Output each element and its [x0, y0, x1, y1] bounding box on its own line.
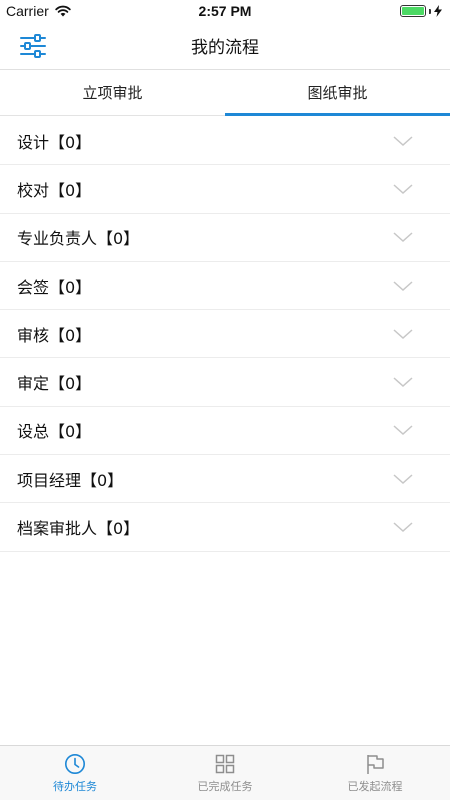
status-left: Carrier [6, 3, 71, 19]
flag-icon [367, 754, 384, 774]
tab-bar-label: 待办任务 [53, 779, 97, 793]
navigation-bar: 我的流程 [0, 22, 450, 70]
chevron-down-icon [393, 474, 413, 484]
list-item[interactable]: 校对【0】 [0, 165, 450, 214]
list-item[interactable]: 审核【0】 [0, 310, 450, 359]
tab-bar-label: 已完成任务 [197, 779, 253, 793]
list-item-label: 设计【0】 [17, 132, 92, 152]
tab-drawing-approval[interactable]: 图纸审批 [225, 70, 450, 116]
list-item-label: 会签【0】 [17, 277, 92, 297]
segment-tabs: 立项审批 图纸审批 [0, 70, 450, 116]
status-time: 2:57 PM [198, 3, 252, 19]
tab-bar-item-pending-tasks[interactable]: 待办任务 [0, 746, 150, 800]
list-item-label: 专业负责人【0】 [17, 229, 140, 249]
grid-icon [215, 754, 235, 773]
chevron-down-icon [393, 184, 413, 194]
list-item[interactable]: 设总【0】 [0, 407, 450, 456]
list-item[interactable]: 会签【0】 [0, 262, 450, 311]
list-item-label: 设总【0】 [17, 422, 92, 442]
list-item[interactable]: 档案审批人【0】 [0, 503, 450, 552]
list-item-label: 审核【0】 [17, 325, 92, 345]
list-item-label: 项目经理【0】 [17, 470, 124, 490]
bottom-tab-bar: 待办任务 已完成任务 已发起流程 [0, 745, 450, 800]
clock-icon [65, 753, 85, 774]
tab-bar-item-initiated-flows[interactable]: 已发起流程 [300, 746, 450, 800]
tab-project-approval[interactable]: 立项审批 [0, 70, 225, 115]
status-right [400, 5, 442, 17]
sliders-icon [20, 34, 46, 58]
chevron-down-icon [393, 522, 413, 533]
chevron-down-icon [393, 280, 413, 291]
battery-tip [429, 8, 431, 14]
charging-bolt-icon [434, 5, 442, 17]
chevron-down-icon [393, 329, 413, 339]
chevron-down-icon [393, 136, 413, 146]
list-item[interactable]: 审定【0】 [0, 358, 450, 407]
list-item[interactable]: 专业负责人【0】 [0, 214, 450, 262]
list-item[interactable]: 设计【0】 [0, 117, 450, 166]
tab-bar-label: 已发起流程 [347, 779, 403, 793]
list-item-label: 校对【0】 [17, 180, 92, 200]
wifi-icon [55, 5, 71, 17]
chevron-down-icon [393, 232, 413, 243]
page-title: 我的流程 [191, 38, 259, 58]
tab-bar-item-completed-tasks[interactable]: 已完成任务 [150, 746, 300, 800]
battery-icon [400, 5, 426, 17]
carrier-label: Carrier [6, 3, 49, 19]
list-item-label: 审定【0】 [17, 374, 92, 394]
list-item-label: 档案审批人【0】 [17, 519, 140, 539]
list-item[interactable]: 项目经理【0】 [0, 455, 450, 504]
filter-button[interactable] [16, 32, 50, 60]
status-bar: Carrier 2:57 PM [0, 0, 450, 22]
approval-role-list: 设计【0】 校对【0】 专业负责人【0】 会签【0】 审核【0】 审定【0】 设… [0, 117, 450, 552]
chevron-down-icon [393, 425, 413, 436]
chevron-down-icon [393, 377, 413, 388]
